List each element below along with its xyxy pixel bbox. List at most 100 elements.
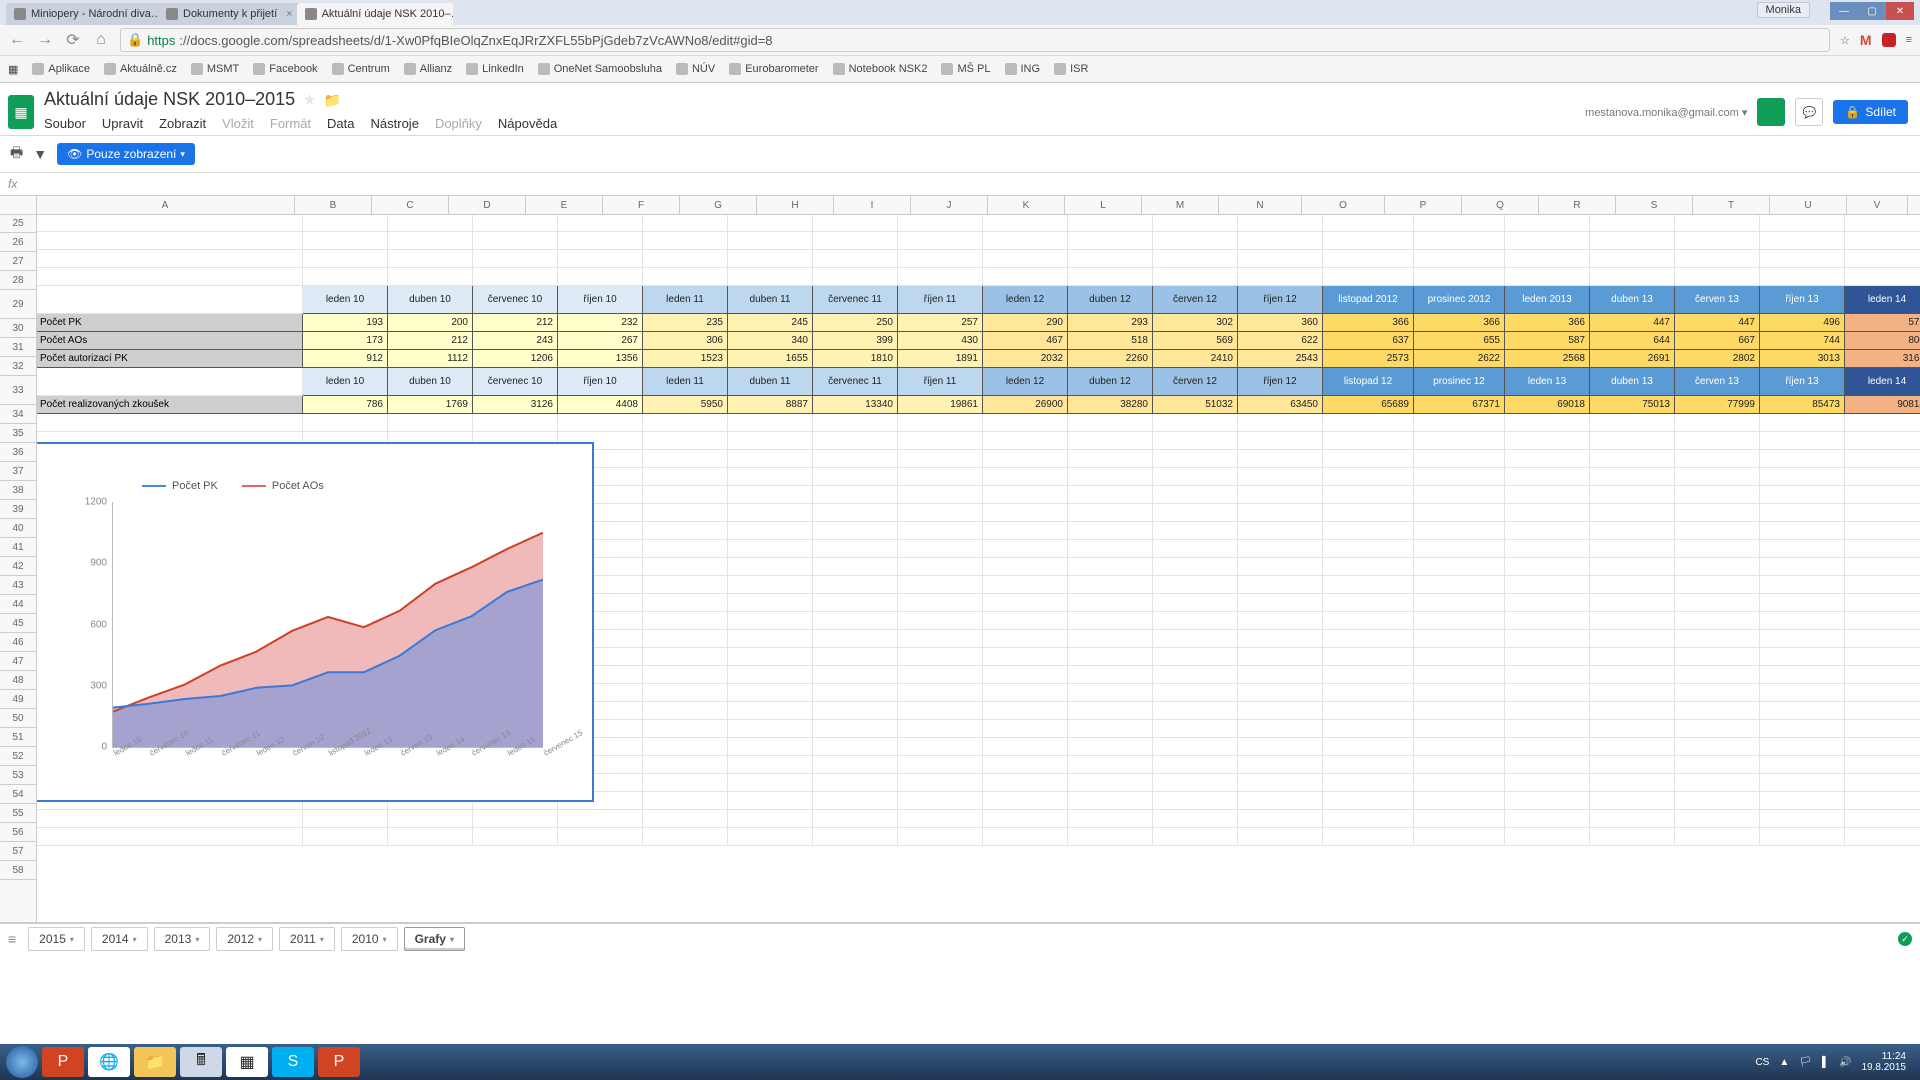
cell[interactable]: leden 10 [303, 368, 388, 396]
cell[interactable] [983, 666, 1068, 684]
cell[interactable] [813, 450, 898, 468]
row-header[interactable]: 41 [0, 538, 36, 557]
cell[interactable]: říjen 11 [898, 286, 983, 314]
cell[interactable] [898, 468, 983, 486]
row-header[interactable]: 43 [0, 576, 36, 595]
cell[interactable]: 569 [1153, 332, 1238, 350]
cell[interactable] [813, 432, 898, 450]
tray-battery-icon[interactable]: ▌ [1822, 1057, 1829, 1068]
comments-button[interactable]: 💬 [1795, 98, 1823, 126]
cell[interactable] [1760, 432, 1845, 450]
cell[interactable]: Počet autorizací PK [36, 350, 303, 368]
cell[interactable] [1068, 558, 1153, 576]
row-header[interactable]: 27 [0, 252, 36, 271]
cell[interactable] [558, 268, 643, 286]
cell[interactable] [1845, 232, 1920, 250]
row-header[interactable]: 48 [0, 671, 36, 690]
cell[interactable]: Počet AOs [36, 332, 303, 350]
cell[interactable] [36, 368, 303, 396]
cell[interactable] [1760, 612, 1845, 630]
cell[interactable]: Počet PK [36, 314, 303, 332]
minimize-button[interactable]: — [1830, 2, 1858, 20]
apps-icon[interactable]: ▦ [8, 63, 18, 76]
cell[interactable]: 2543 [1238, 350, 1323, 368]
cell[interactable] [388, 414, 473, 432]
cell[interactable] [388, 232, 473, 250]
cell[interactable] [1760, 828, 1845, 846]
cell[interactable] [983, 232, 1068, 250]
formula-bar[interactable]: fx [0, 173, 1920, 196]
docs-home-button[interactable] [1757, 98, 1785, 126]
cell[interactable] [1153, 648, 1238, 666]
cell[interactable] [728, 450, 813, 468]
tray-language[interactable]: CS [1755, 1057, 1769, 1068]
cell[interactable] [813, 738, 898, 756]
column-header[interactable]: F [603, 196, 680, 214]
cell[interactable] [1414, 486, 1505, 504]
cell[interactable] [898, 558, 983, 576]
column-header[interactable]: E [526, 196, 603, 214]
bookmark-item[interactable]: ISR [1054, 63, 1088, 75]
cell[interactable]: říjen 12 [1238, 368, 1323, 396]
cell[interactable] [1505, 522, 1590, 540]
cell[interactable] [983, 756, 1068, 774]
cell[interactable] [1323, 792, 1414, 810]
cell[interactable]: duben 10 [388, 368, 473, 396]
sheet-tab[interactable]: 2013 [154, 927, 211, 951]
cell[interactable] [728, 432, 813, 450]
cell[interactable] [1590, 756, 1675, 774]
cell[interactable] [898, 486, 983, 504]
bookmark-item[interactable]: NÚV [676, 63, 715, 75]
cell[interactable] [1414, 720, 1505, 738]
cell[interactable] [1414, 214, 1505, 232]
row-header[interactable]: 39 [0, 500, 36, 519]
cell[interactable] [1153, 684, 1238, 702]
cell[interactable] [1323, 214, 1414, 232]
cell[interactable] [728, 268, 813, 286]
cell[interactable] [1845, 666, 1920, 684]
embedded-chart[interactable]: Počet PK Počet AOs 03006009001200 leden … [20, 442, 594, 802]
cell[interactable] [983, 774, 1068, 792]
cell[interactable] [643, 232, 728, 250]
cell[interactable] [1238, 648, 1323, 666]
cell[interactable] [1675, 540, 1760, 558]
cell[interactable] [983, 468, 1068, 486]
cell[interactable] [303, 232, 388, 250]
cell[interactable] [813, 540, 898, 558]
cell[interactable] [898, 214, 983, 232]
taskbar-calculator-icon[interactable]: 🖩 [180, 1047, 222, 1077]
menu-item[interactable]: Formát [270, 116, 311, 131]
cell[interactable]: 637 [1323, 332, 1414, 350]
row-header[interactable]: 52 [0, 747, 36, 766]
cell[interactable]: 193 [303, 314, 388, 332]
cell[interactable] [1590, 250, 1675, 268]
cell[interactable] [1760, 214, 1845, 232]
cell[interactable] [1153, 468, 1238, 486]
cell[interactable] [728, 250, 813, 268]
cell[interactable] [1675, 738, 1760, 756]
cell[interactable] [1414, 756, 1505, 774]
cell[interactable]: 293 [1068, 314, 1153, 332]
cell[interactable]: 85473 [1760, 396, 1845, 414]
cell[interactable] [1323, 250, 1414, 268]
menu-item[interactable]: Doplňky [435, 116, 482, 131]
cell[interactable]: duben 10 [388, 286, 473, 314]
cell[interactable] [1238, 232, 1323, 250]
cell[interactable] [728, 774, 813, 792]
cell[interactable]: 744 [1760, 332, 1845, 350]
cell[interactable]: 69018 [1505, 396, 1590, 414]
cell[interactable] [1153, 828, 1238, 846]
cell[interactable] [898, 756, 983, 774]
cell[interactable]: 232 [558, 314, 643, 332]
bookmark-item[interactable]: Aktuálně.cz [104, 63, 177, 75]
cell[interactable] [728, 486, 813, 504]
cell[interactable] [1323, 738, 1414, 756]
cell[interactable] [1068, 576, 1153, 594]
cell[interactable] [1590, 702, 1675, 720]
cell[interactable] [1068, 774, 1153, 792]
cell[interactable] [1590, 232, 1675, 250]
filter-button[interactable]: ▼ [33, 146, 47, 162]
cell[interactable] [1238, 522, 1323, 540]
cell[interactable]: leden 12 [983, 368, 1068, 396]
cell[interactable] [1323, 432, 1414, 450]
